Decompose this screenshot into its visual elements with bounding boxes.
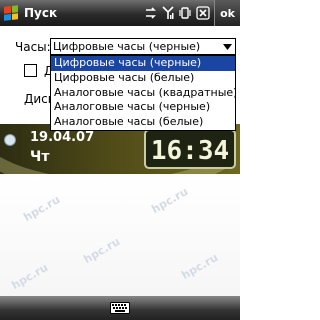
title-bar: Пуск ok [0, 0, 240, 26]
dropdown-option[interactable]: Аналоговые часы (квадратные) [51, 86, 235, 101]
keyboard-button[interactable] [107, 299, 133, 317]
signal-arrows-icon[interactable] [144, 6, 158, 20]
dropdown-option[interactable]: Цифровые часы (черные) [51, 56, 235, 71]
clock-time-text: 16:34 [151, 136, 229, 165]
start-button[interactable] [0, 0, 22, 26]
antenna-icon[interactable] [162, 6, 174, 20]
desktop-area: hpc.ru hpc.ru hpc.ru hpc.ru hpc.ru [0, 174, 240, 296]
option-checkbox[interactable] [24, 64, 37, 77]
ok-button[interactable]: ok [214, 0, 240, 26]
menu-bar [0, 296, 240, 320]
clock-time-display: 16:34 [151, 136, 229, 165]
window-title: Пуск [24, 6, 58, 20]
keyboard-icon [110, 302, 130, 314]
watermark-text: hpc.ru [21, 192, 63, 225]
dropdown-option[interactable]: Аналоговые часы (черные) [51, 100, 235, 115]
watermark-text: hpc.ru [9, 260, 51, 293]
vibrate-icon[interactable] [178, 6, 192, 20]
today-banner[interactable]: 19.04.07 Чт 16:34 [0, 124, 240, 174]
close-icon[interactable] [196, 6, 210, 20]
today-day: Чт [30, 149, 50, 165]
dropdown-option[interactable]: Аналоговые часы (белые) [51, 115, 235, 130]
windows-start-icon [4, 5, 18, 21]
today-date: 19.04.07 [30, 130, 95, 145]
clock-icon [4, 134, 16, 146]
status-icons [144, 6, 210, 20]
digital-clock[interactable]: 16:34 [144, 129, 236, 169]
dropdown-option[interactable]: Цифровые часы (белые) [51, 71, 235, 86]
watermark-text: hpc.ru [179, 250, 221, 283]
clock-style-value: Цифровые часы (черные) [53, 40, 201, 53]
chevron-down-icon[interactable] [220, 39, 235, 54]
watermark-text: hpc.ru [149, 184, 191, 217]
clock-style-select[interactable]: Цифровые часы (черные) [50, 38, 236, 55]
clock-label: Часы: [15, 40, 51, 54]
watermark-text: hpc.ru [81, 234, 123, 267]
clock-style-dropdown: Цифровые часы (черные) Цифровые часы (бе… [50, 55, 236, 131]
